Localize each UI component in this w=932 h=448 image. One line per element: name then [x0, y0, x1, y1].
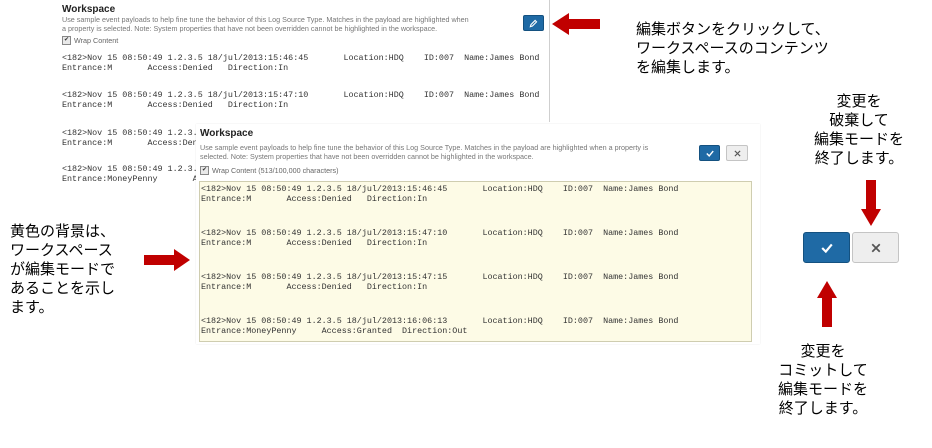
workspace-title: Workspace	[200, 128, 254, 139]
arrow-to-yellow-background	[144, 249, 190, 271]
workspace-description: Use sample event payloads to help fine t…	[200, 143, 649, 161]
discard-button-enlarged[interactable]	[852, 232, 899, 263]
commit-button[interactable]	[699, 145, 720, 161]
event-line: <182>Nov 15 08:50:49 1.2.3.5 18/jul/2013…	[62, 53, 540, 63]
event-line: <182>Nov 15 08:50:49 1.2.3.5 18/jul/2013…	[201, 228, 679, 238]
close-icon	[733, 149, 741, 157]
wrap-content-checkbox[interactable]: ✔	[62, 36, 71, 45]
checkmark-icon	[705, 150, 714, 157]
wrap-content-option[interactable]: ✔ Wrap Content (513/100,000 characters)	[200, 166, 339, 175]
event-line: Entrance:M Access:Denied Direction:In	[201, 282, 428, 292]
event-line: Entrance:M Access:Denied Direction:In	[62, 100, 289, 110]
pencil-icon	[529, 19, 538, 27]
workspace-panel-edit-mode: Workspace Use sample event payloads to h…	[196, 124, 760, 344]
annotation-commit: 変更を コミットして 編集モードを 終了します。	[778, 343, 869, 417]
checkmark-icon	[820, 243, 833, 253]
event-line: Entrance:M Access:Denied Direction:In	[201, 194, 428, 204]
workspace-title: Workspace	[62, 4, 116, 15]
event-line: <182>Nov 15 08:50:49 1.2.3.5 18/jul/2013…	[201, 316, 679, 326]
edit-button[interactable]	[523, 15, 544, 31]
wrap-content-label: Wrap Content	[74, 36, 119, 45]
event-line: <182>Nov 15 08:50:49 1.2.3.5 18/jul/2013…	[201, 184, 679, 194]
annotation-yellow-background: 黄色の背景は、 ワークスペース が編集モードで あることを示し ます。	[10, 223, 116, 316]
event-line: <182>Nov 15 08:50:49 1.2.3.5 18/jul/2013…	[201, 272, 679, 282]
arrow-to-commit-button	[817, 281, 837, 327]
arrow-to-edit-button	[552, 13, 600, 35]
workspace-description: Use sample event payloads to help fine t…	[62, 15, 469, 33]
event-line: Entrance:M Access:Denied Direction:In	[62, 63, 289, 73]
commit-button-enlarged[interactable]	[803, 232, 850, 263]
arrow-to-discard-button	[861, 180, 881, 226]
workspace-editor[interactable]: <182>Nov 15 08:50:49 1.2.3.5 18/jul/2013…	[199, 181, 752, 342]
wrap-content-checkbox[interactable]: ✔	[200, 166, 209, 175]
wrap-content-option[interactable]: ✔ Wrap Content	[62, 36, 118, 45]
event-line: <182>Nov 15 08:50:49 1.2.3.5 18/jul/2013…	[62, 90, 540, 100]
wrap-content-label: Wrap Content (513/100,000 characters)	[212, 166, 339, 175]
discard-button[interactable]	[726, 145, 748, 161]
event-line: Entrance:M Access:Den	[62, 138, 196, 148]
workspace-panel-view-mode: Workspace Use sample event payloads to h…	[58, 0, 550, 122]
workspace-panel-view-mode-rows: <182>Nov 15 08:50:49 1.2.3. Entrance:M A…	[58, 122, 196, 192]
event-line: <182>Nov 15 08:50:49 1.2.3.	[62, 128, 196, 138]
event-line: Entrance:MoneyPenny Acc	[62, 174, 196, 184]
event-line: Entrance:M Access:Denied Direction:In	[201, 238, 428, 248]
event-line: Entrance:MoneyPenny Access:Granted Direc…	[201, 326, 468, 336]
annotation-edit-button: 編集ボタンをクリックして、 ワークスペースのコンテンツ を編集します。	[636, 21, 830, 76]
close-icon	[871, 243, 880, 252]
annotation-discard: 変更を 破棄して 編集モードを 終了します。	[814, 93, 905, 167]
event-line: <182>Nov 15 08:50:49 1.2.3.	[62, 164, 196, 174]
